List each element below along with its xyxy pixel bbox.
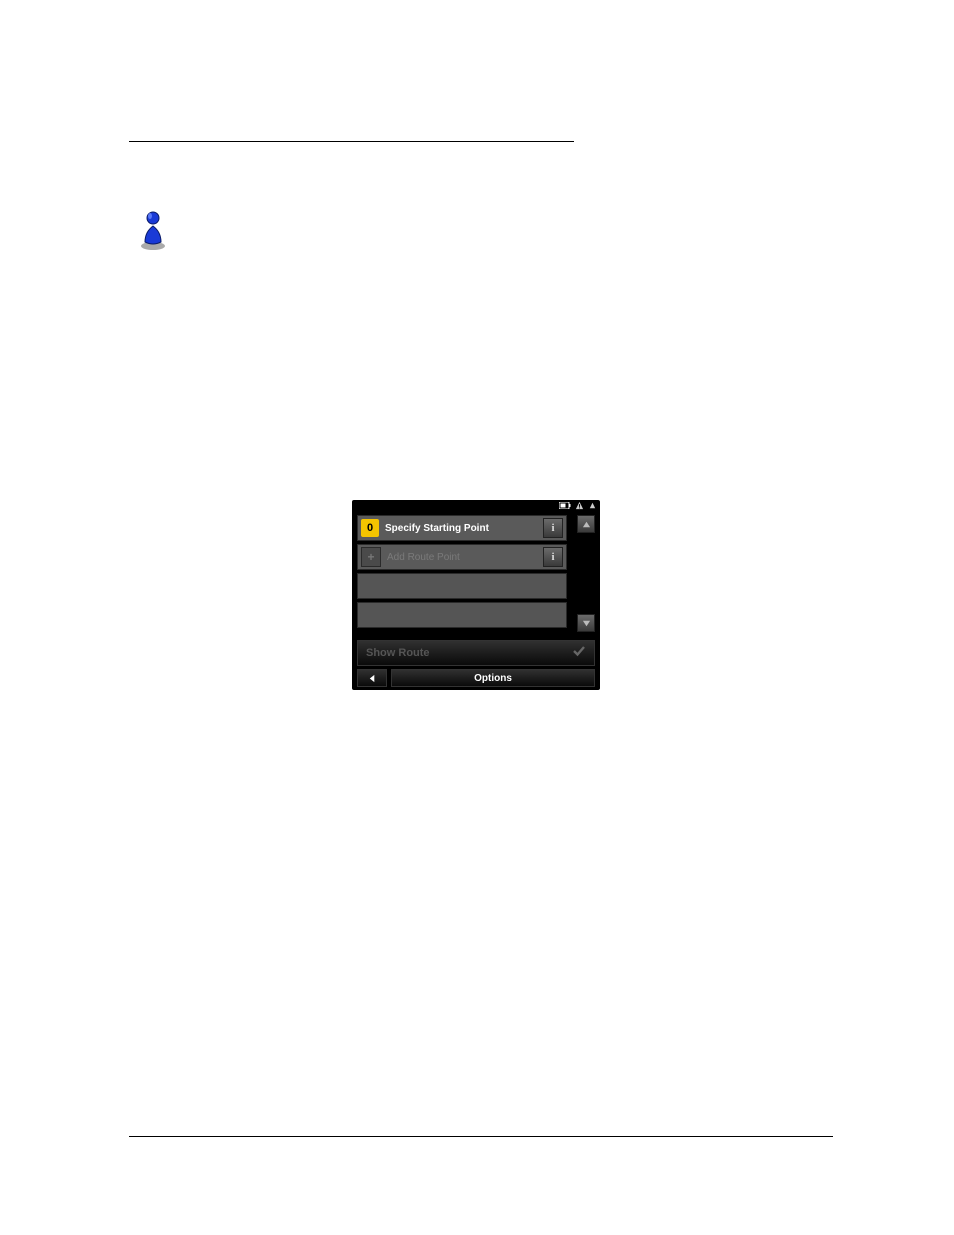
battery-icon bbox=[559, 502, 571, 511]
route-row-empty bbox=[357, 573, 567, 599]
route-points-list: 0 Specify Starting Point i + Add Route P… bbox=[357, 515, 595, 628]
check-icon bbox=[572, 644, 586, 662]
route-row-label: Specify Starting Point bbox=[385, 523, 537, 534]
route-row-start[interactable]: 0 Specify Starting Point i bbox=[357, 515, 567, 541]
show-route-label: Show Route bbox=[366, 647, 430, 659]
bottom-bar: Options bbox=[357, 669, 595, 687]
satellite-icon bbox=[588, 501, 597, 512]
route-row-empty bbox=[357, 602, 567, 628]
status-bar bbox=[352, 500, 600, 512]
scroll-up-button[interactable] bbox=[577, 515, 595, 533]
options-button[interactable]: Options bbox=[391, 669, 595, 687]
warning-icon bbox=[575, 501, 584, 512]
nav-device-screenshot: 0 Specify Starting Point i + Add Route P… bbox=[352, 500, 600, 690]
pawn-icon bbox=[136, 208, 170, 250]
scroll-down-button[interactable] bbox=[577, 614, 595, 632]
horizontal-rule-top bbox=[129, 141, 574, 142]
horizontal-rule-bottom bbox=[129, 1136, 833, 1137]
route-row-label: Add Route Point bbox=[387, 552, 537, 563]
back-button[interactable] bbox=[357, 669, 387, 687]
route-row-add[interactable]: + Add Route Point i bbox=[357, 544, 567, 570]
route-index-badge: 0 bbox=[361, 519, 379, 537]
info-icon[interactable]: i bbox=[543, 547, 563, 567]
show-route-button[interactable]: Show Route bbox=[357, 640, 595, 666]
document-page: 0 Specify Starting Point i + Add Route P… bbox=[0, 0, 954, 1235]
scroll-column bbox=[577, 515, 595, 632]
plus-icon: + bbox=[361, 547, 381, 567]
options-label: Options bbox=[474, 673, 512, 684]
info-icon[interactable]: i bbox=[543, 518, 563, 538]
